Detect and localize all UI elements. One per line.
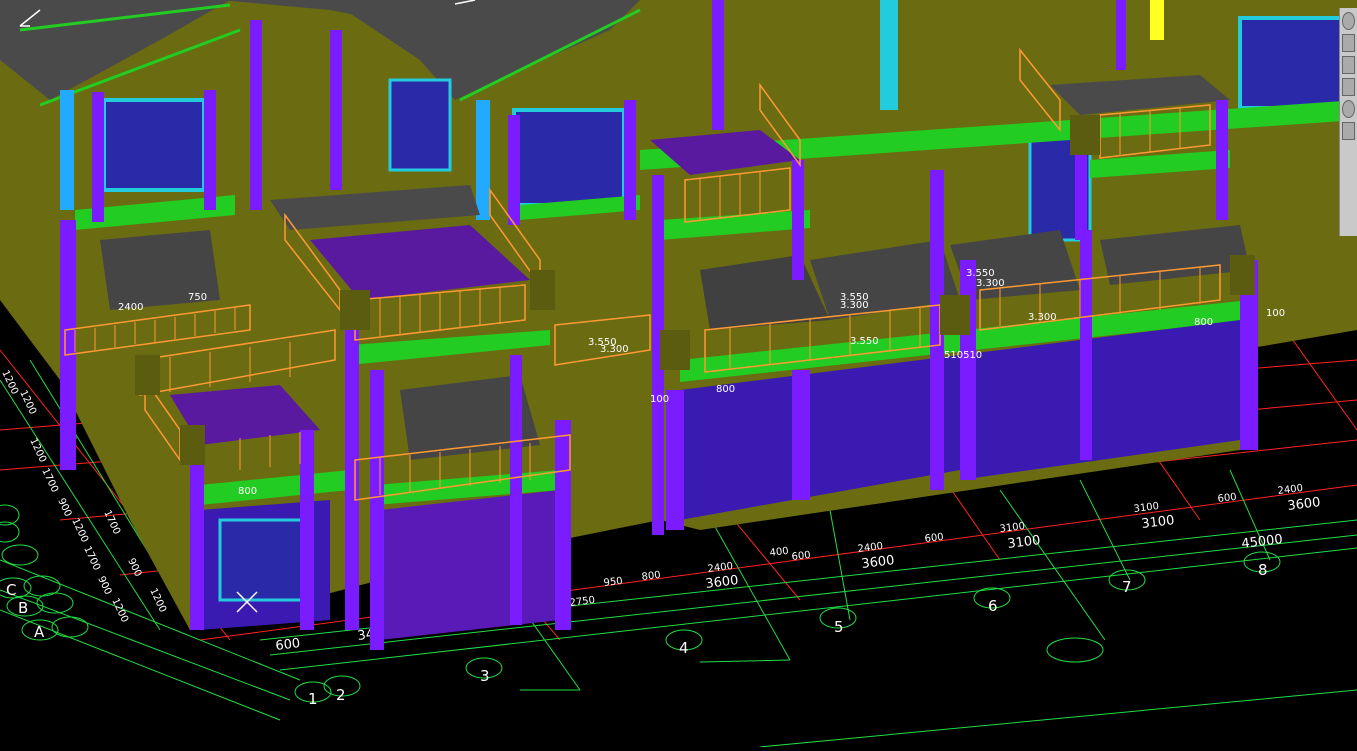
cube-icon[interactable] [1342,56,1355,74]
svg-text:100: 100 [650,394,669,405]
svg-text:7: 7 [1122,578,1132,596]
svg-text:800: 800 [641,570,661,583]
svg-text:A: A [34,623,45,641]
svg-text:1: 1 [308,690,318,708]
cad-3d-viewport[interactable]: 1 2 3 4 5 6 7 8 A B C 600 3400 950 1850 … [0,0,1357,748]
svg-text:2: 2 [336,686,346,704]
svg-text:3: 3 [480,667,490,685]
svg-text:8: 8 [1258,561,1268,579]
grid-icon[interactable] [1342,122,1355,140]
circle-icon[interactable] [1342,100,1355,118]
svg-text:400: 400 [769,546,789,559]
svg-text:6: 6 [988,597,998,615]
view-toolbar[interactable] [1339,8,1357,236]
svg-text:950: 950 [603,576,623,589]
svg-text:600: 600 [1217,492,1237,505]
svg-text:600: 600 [924,532,944,545]
svg-text:600: 600 [275,636,301,654]
model-canvas[interactable]: 1 2 3 4 5 6 7 8 A B C 600 3400 950 1850 … [0,0,1357,748]
svg-text:750: 750 [188,292,207,303]
svg-text:2400: 2400 [118,302,143,313]
svg-text:B: B [18,599,28,617]
box-icon[interactable] [1342,78,1355,96]
svg-text:600: 600 [791,550,811,563]
sphere-icon[interactable] [1342,12,1355,30]
svg-text:3.300: 3.300 [1028,312,1057,323]
svg-text:3.300: 3.300 [600,344,629,355]
svg-text:3.550: 3.550 [850,336,879,347]
svg-text:800: 800 [716,384,735,395]
svg-text:510510: 510510 [944,350,982,361]
svg-text:3.300: 3.300 [976,278,1005,289]
svg-text:3.300: 3.300 [840,300,869,311]
svg-text:4: 4 [679,639,689,657]
svg-text:800: 800 [1194,317,1213,328]
box-icon[interactable] [1342,34,1355,52]
svg-text:100: 100 [1266,308,1285,319]
svg-text:C: C [6,581,16,599]
svg-text:5: 5 [834,618,844,636]
svg-text:800: 800 [238,486,257,497]
